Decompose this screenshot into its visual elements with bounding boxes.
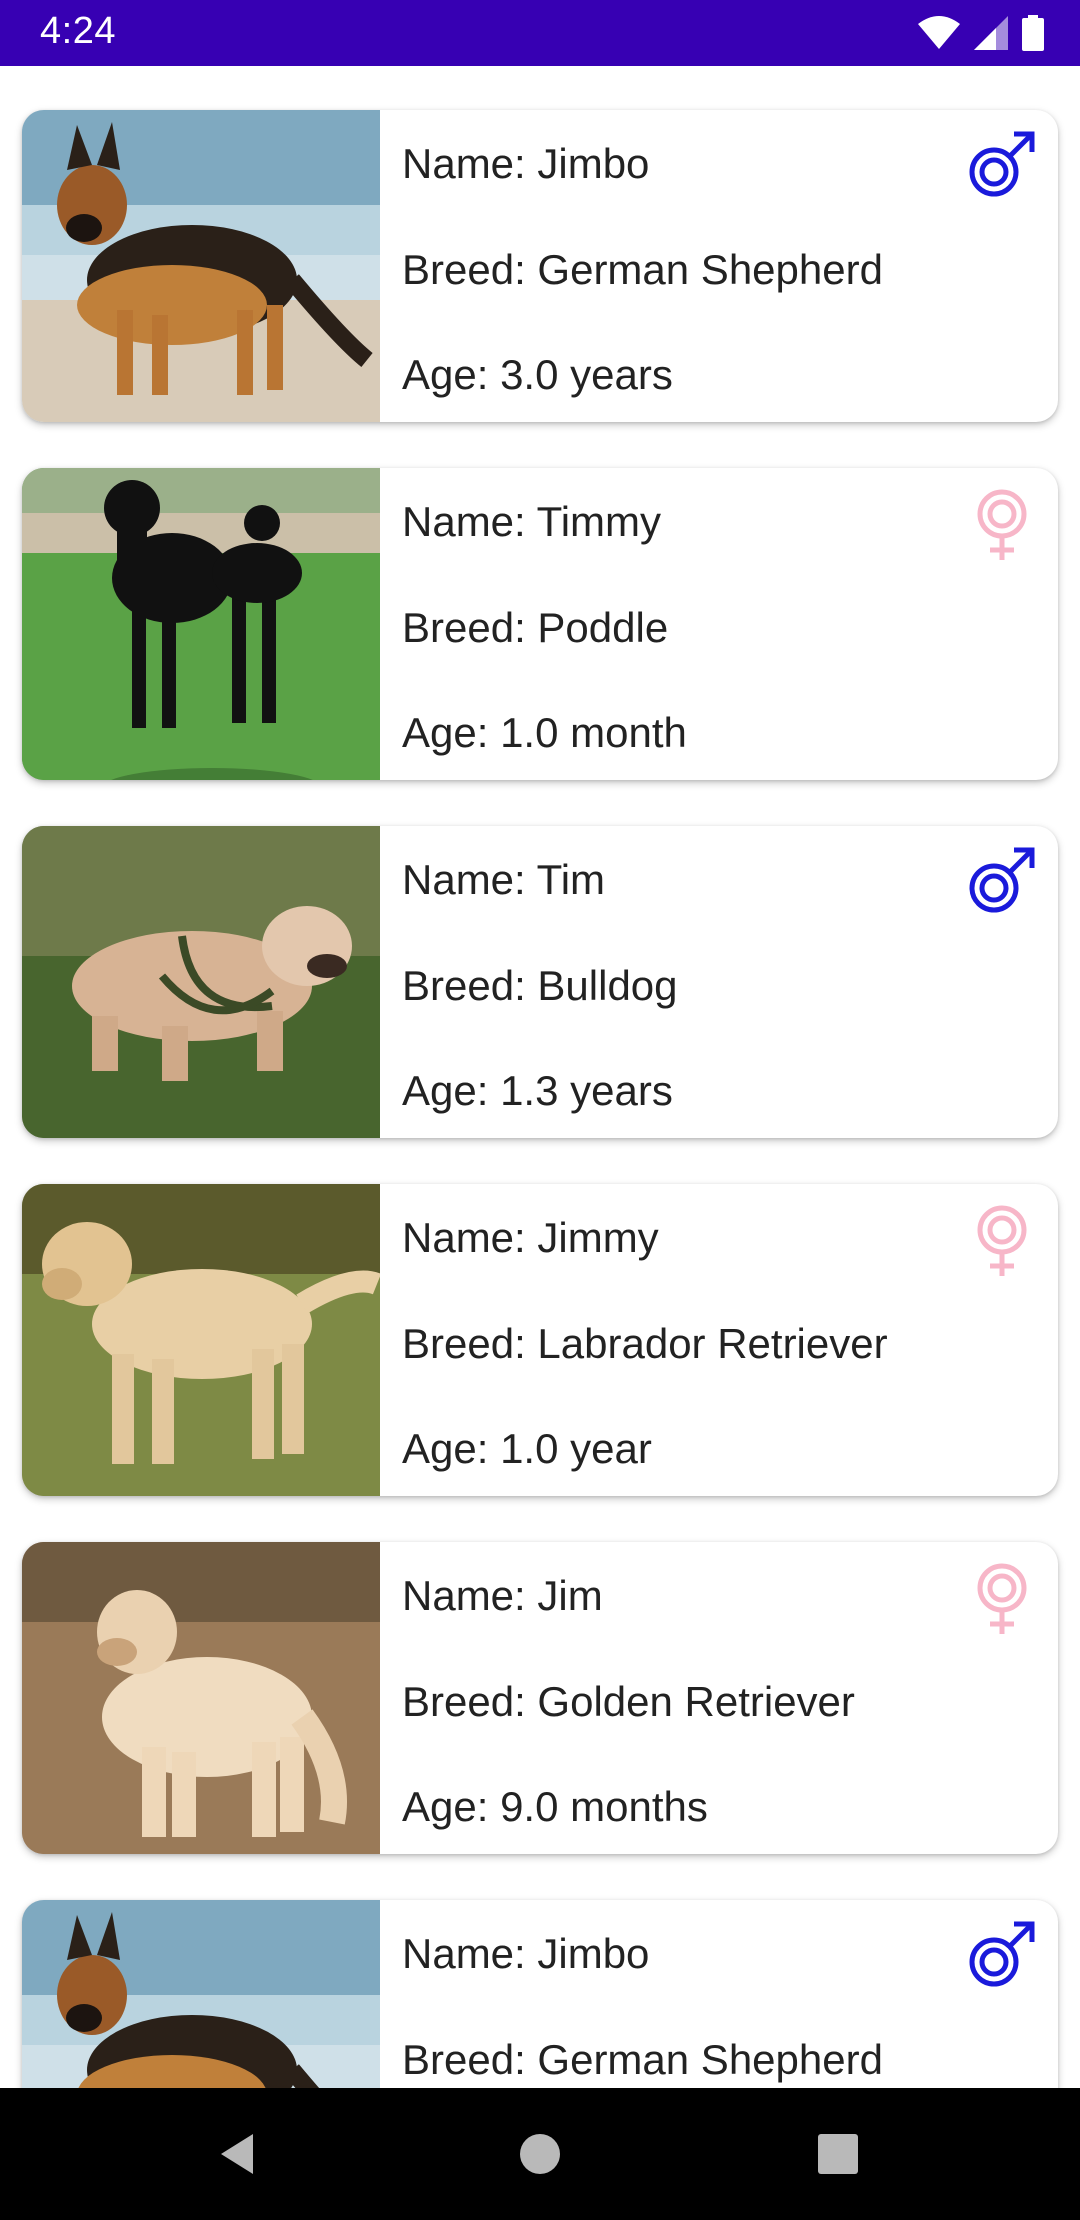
bulldog-photo [22,826,380,1138]
status-bar: 4:24 [0,0,1080,66]
dog-breed: Breed: Bulldog [402,962,678,1009]
labrador-photo [22,1184,380,1496]
female-gender-icon [966,1204,1038,1276]
dog-list[interactable]: Name: Jimbo Breed: German Shepherd Age: 3.… [0,66,1080,2088]
battery-icon [1022,15,1044,51]
home-icon[interactable] [512,2126,568,2182]
dog-breed: Breed: German Shepherd [402,2036,883,2083]
dog-age: Age: 9.0 months [402,1783,708,1830]
german-shepherd-photo [22,1900,380,2088]
dog-name: Name: Jimmy [402,1214,659,1261]
female-gender-icon [966,1562,1038,1634]
male-gender-icon [966,1920,1038,1992]
dog-card[interactable]: Name: Jim Breed: Golden Retriever Age: 9.0… [22,1542,1058,1854]
dog-card[interactable]: Name: Jimbo Breed: German Shepherd [22,1900,1058,2088]
dog-card[interactable]: Name: Jimbo Breed: German Shepherd Age: 3.… [22,110,1058,422]
dog-age: Age: 1.0 month [402,709,687,756]
dog-info: Name: Jimbo Breed: German Shepherd [402,1900,962,2088]
male-gender-icon [966,846,1038,918]
dog-name: Name: Tim [402,856,606,903]
dog-name: Name: Jimbo [402,1930,650,1977]
screen: 4:24 Name: Jimbo Breed: German Shepherd Ag… [0,0,1080,2220]
dog-age: Age: 1.3 years [402,1067,673,1114]
dog-name: Name: Jimbo [402,140,650,187]
female-gender-icon [966,488,1038,560]
recents-icon[interactable] [810,2126,866,2182]
dog-age: Age: 3.0 years [402,351,673,398]
dog-info: Name: Jimmy Breed: Labrador Retriever Age:… [402,1184,962,1496]
dog-breed: Breed: Labrador Retriever [402,1320,888,1367]
dog-info: Name: Jim Breed: Golden Retriever Age: 9.0… [402,1542,962,1854]
dog-info: Name: Timmy Breed: Poddle Age: 1.0 month [402,468,962,780]
dog-name: Name: Timmy [402,498,662,545]
dog-card[interactable]: Name: Tim Breed: Bulldog Age: 1.3 years [22,826,1058,1138]
dog-breed: Breed: Golden Retriever [402,1678,855,1725]
navigation-bar [0,2088,1080,2220]
cellular-signal-icon [974,16,1008,50]
dog-info: Name: Tim Breed: Bulldog Age: 1.3 years [402,826,962,1138]
german-shepherd-photo [22,110,380,422]
dog-info: Name: Jimbo Breed: German Shepherd Age: 3.… [402,110,962,422]
status-icons [918,14,1044,52]
poodle-photo [22,468,380,780]
dog-card[interactable]: Name: Timmy Breed: Poddle Age: 1.0 month [22,468,1058,780]
dog-card[interactable]: Name: Jimmy Breed: Labrador Retriever Age:… [22,1184,1058,1496]
dog-breed: Breed: Poddle [402,604,669,651]
dog-breed: Breed: German Shepherd [402,246,883,293]
golden-retriever-photo [22,1542,380,1854]
wifi-icon [918,16,960,50]
dog-name: Name: Jim [402,1572,603,1619]
back-icon[interactable] [213,2126,269,2182]
status-time: 4:24 [40,10,116,52]
dog-age: Age: 1.0 year [402,1425,652,1472]
male-gender-icon [966,130,1038,202]
